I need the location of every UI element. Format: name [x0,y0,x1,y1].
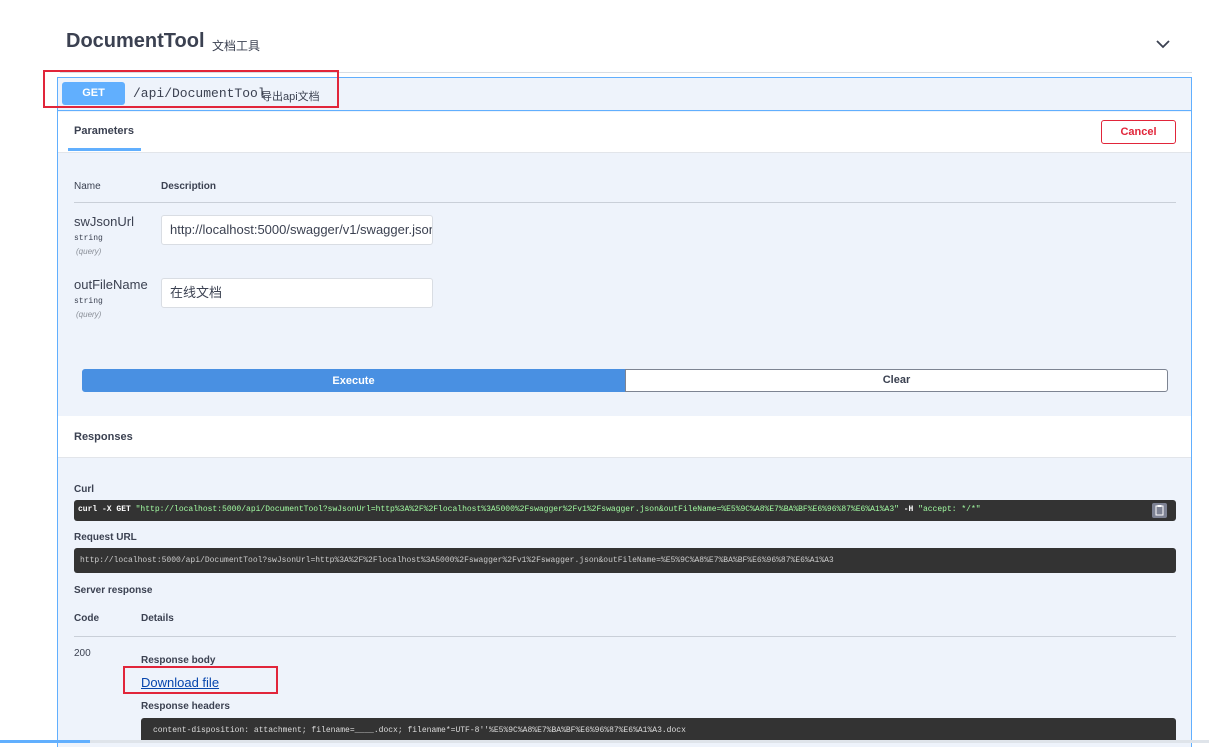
cancel-button[interactable]: Cancel [1101,120,1176,144]
column-header-details: Details [141,613,174,624]
curl-label: Curl [74,484,94,495]
operation-block [57,77,1192,747]
column-header-name: Name [74,181,101,192]
curl-header: "accept: */*" [918,505,981,514]
tab-active-indicator [68,148,141,151]
responses-title: Responses [74,431,133,443]
parameters-header [58,112,1191,153]
param-type: string [74,297,103,306]
response-code: 200 [74,648,91,659]
column-header-description: Description [161,181,217,192]
table-divider [74,202,1176,203]
response-body-label: Response body [141,655,216,666]
param-location: (query) [76,247,102,256]
responses-header [58,416,1191,458]
tag-title[interactable]: DocumentTool [66,30,205,53]
curl-url: "http://localhost:5000/api/DocumentTool?… [135,505,899,514]
annotation-highlight-box [123,666,278,694]
param-name: swJsonUrl [74,214,134,229]
swjsonurl-input[interactable]: http://localhost:5000/swagger/v1/swagger… [161,215,433,245]
param-name: outFileName [74,277,148,292]
curl-command[interactable]: curl -X GET "http://localhost:5000/api/D… [74,500,1176,521]
request-url-label: Request URL [74,532,137,543]
curl-prefix: curl -X GET [78,505,136,514]
server-response-label: Server response [74,585,153,596]
curl-mid: -H [898,505,919,514]
execute-button[interactable]: Execute [82,369,625,392]
chevron-down-icon[interactable] [1154,35,1172,53]
annotation-highlight-box [43,70,339,108]
copy-icon[interactable] [1152,503,1167,518]
clear-button[interactable]: Clear [625,369,1168,392]
response-headers-label: Response headers [141,701,230,712]
request-url[interactable]: http://localhost:5000/api/DocumentTool?s… [74,548,1176,573]
table-divider [74,636,1176,637]
param-location: (query) [76,310,102,319]
tag-description: 文档工具 [212,39,261,53]
outfilename-input[interactable]: 在线文档 [161,278,433,308]
tab-parameters[interactable]: Parameters [74,125,134,137]
column-header-code: Code [74,613,99,624]
param-type: string [74,234,103,243]
